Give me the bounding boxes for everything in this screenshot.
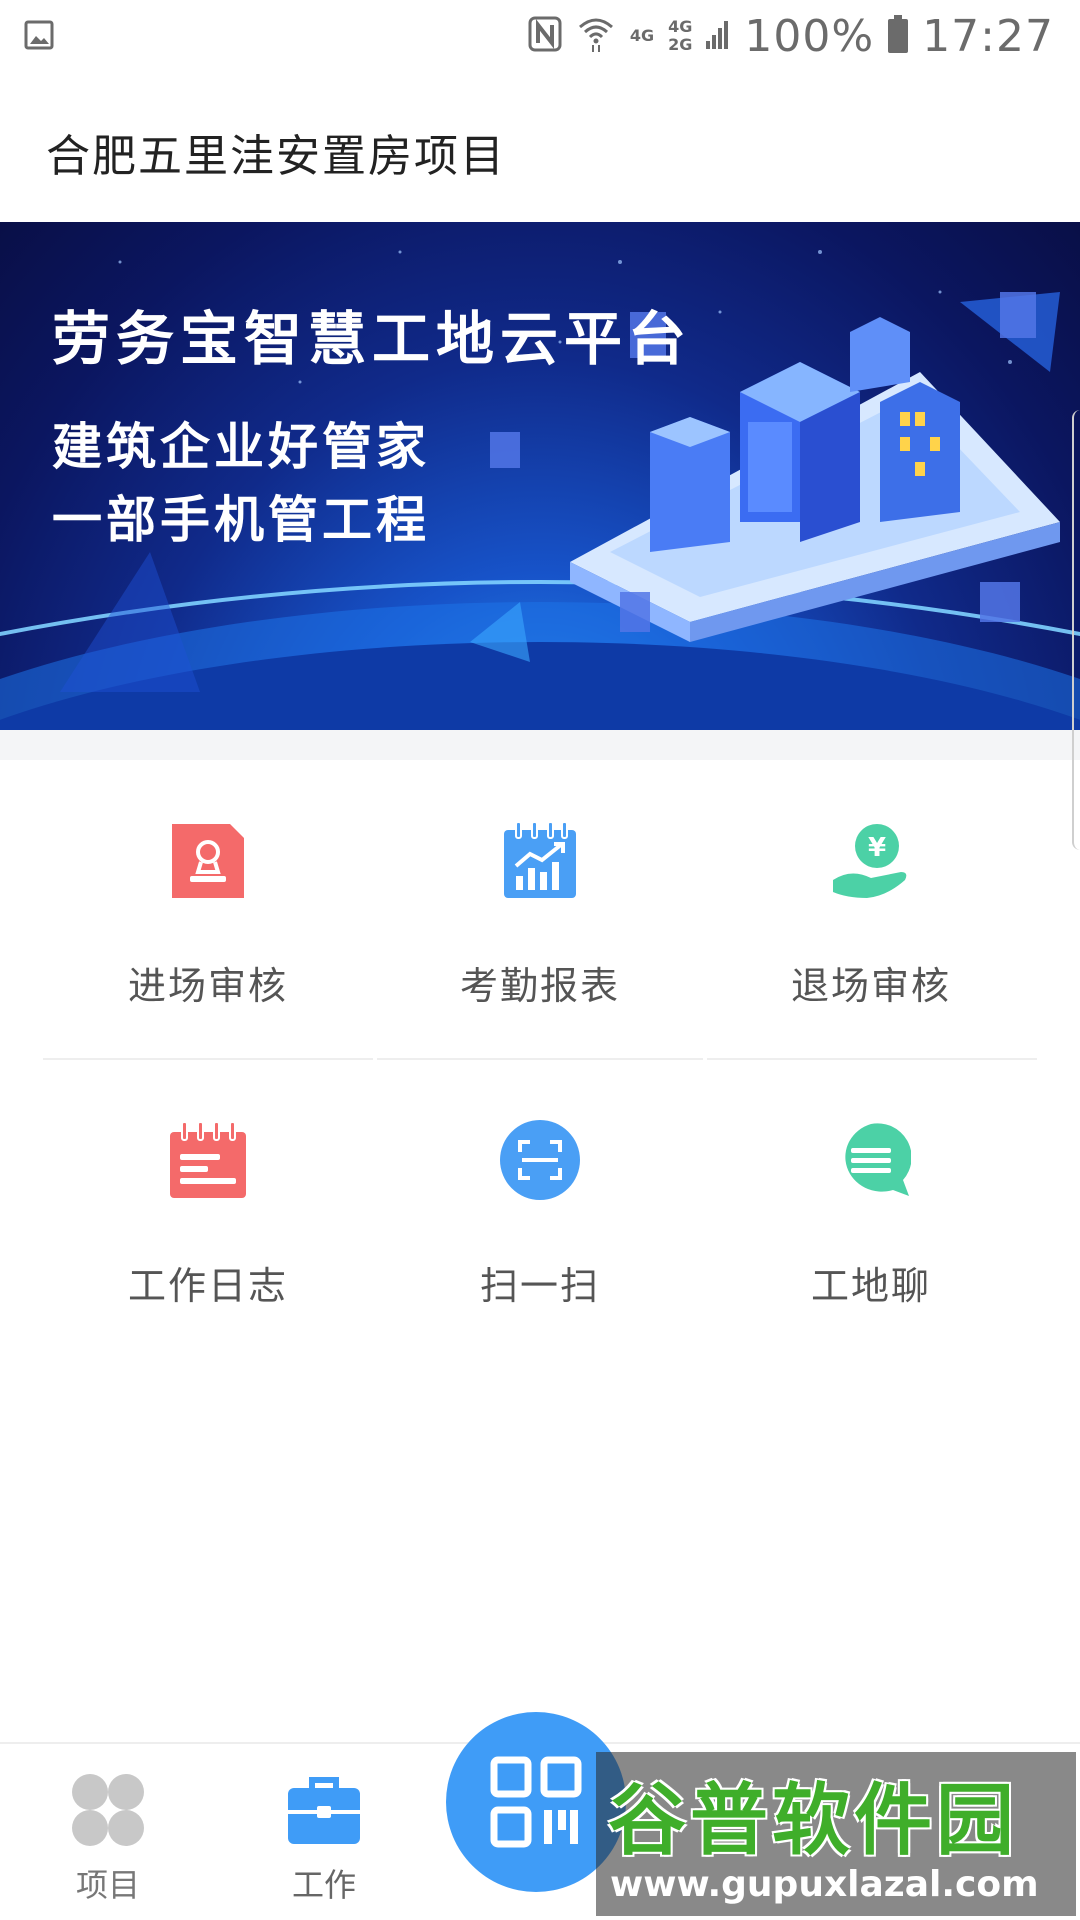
work-log-icon — [168, 1120, 248, 1200]
grid-item-site-chat[interactable]: 工地聊 — [706, 1060, 1036, 1360]
exit-review-icon: ¥ — [831, 820, 911, 900]
grid-divider — [377, 1058, 703, 1060]
grid-item-entry-review[interactable]: 进场审核 — [43, 760, 373, 1060]
network-4g-label: 4G — [629, 26, 655, 45]
watermark-text: 谷普软件园 — [608, 1776, 1019, 1866]
grid-item-label: 工作日志 — [127, 1264, 288, 1308]
nav-label: 工作 — [291, 1866, 356, 1904]
nav-item-project[interactable]: 项目 — [28, 1744, 188, 1920]
app-header: 合肥五里洼安置房项目 — [0, 72, 1080, 222]
entry-review-icon — [168, 820, 248, 900]
grid-divider — [707, 1058, 1037, 1060]
grid-item-scan[interactable]: 扫一扫 — [375, 1060, 705, 1360]
page-title[interactable]: 合肥五里洼安置房项目 — [46, 120, 506, 184]
signal-icon — [706, 19, 730, 53]
grid-item-label: 进场审核 — [127, 964, 288, 1008]
banner-subtitle-1: 建筑企业好管家 — [52, 418, 430, 476]
project-grid-icon — [68, 1770, 148, 1850]
banner-subtitle-2: 一部手机管工程 — [52, 491, 430, 549]
banner-title: 劳务宝智慧工地云平台 — [52, 305, 693, 373]
promo-banner[interactable]: 劳务宝智慧工地云平台 建筑企业好管家 一部手机管工程 — [0, 222, 1080, 730]
section-separator — [0, 730, 1080, 760]
nav-label: 项目 — [75, 1866, 140, 1904]
site-chat-icon — [831, 1120, 912, 1200]
clock: 17:27 — [922, 10, 1054, 62]
edge-handle[interactable] — [1072, 410, 1080, 850]
grid-item-label: 退场审核 — [790, 964, 951, 1008]
grid-item-label: 工地聊 — [810, 1264, 931, 1308]
briefcase-icon — [284, 1770, 364, 1850]
grid-item-exit-review[interactable]: ¥ 退场审核 — [706, 760, 1036, 1060]
battery-percent: 100% — [744, 10, 875, 62]
scan-icon — [500, 1120, 580, 1200]
nav-item-work[interactable]: 工作 — [244, 1744, 404, 1920]
status-bar: 4G 4G 2G 100% 17:27 — [0, 0, 1080, 72]
grid-divider — [43, 1058, 373, 1060]
attendance-report-icon — [500, 820, 580, 900]
watermark: 谷普软件园 www.gupuxlazal.com — [596, 1752, 1076, 1916]
network-dual-label: 4G 2G — [668, 17, 693, 54]
watermark-url: www.gupuxlazal.com — [610, 1864, 1039, 1905]
grid-item-attendance-report[interactable]: 考勤报表 — [375, 760, 705, 1060]
grid-item-label: 扫一扫 — [479, 1264, 600, 1308]
qr-code-icon — [490, 1756, 582, 1848]
nfc-icon — [528, 16, 562, 56]
grid-item-work-log[interactable]: 工作日志 — [43, 1060, 373, 1360]
gallery-icon — [24, 20, 54, 54]
wifi-icon — [576, 15, 616, 57]
grid-item-label: 考勤报表 — [459, 964, 620, 1008]
svg-text:¥: ¥ — [868, 833, 886, 863]
battery-icon — [888, 15, 909, 57]
